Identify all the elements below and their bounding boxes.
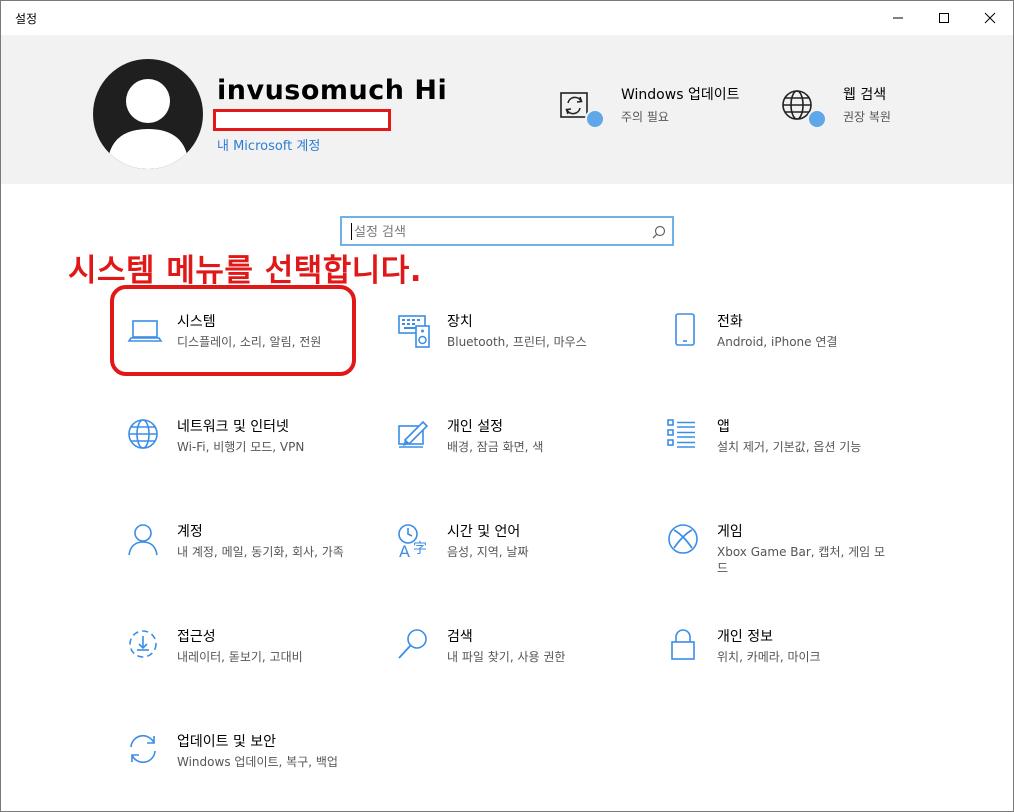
tile-label: 시간 및 언어 xyxy=(447,524,521,540)
search-input[interactable] xyxy=(352,221,646,243)
profile-header: invusomuch Hi 내 Microsoft 계정 Windows 업데이… xyxy=(1,35,1013,184)
xbox-icon xyxy=(667,523,703,559)
network-globe-icon xyxy=(127,418,163,454)
tile-label: 네트워크 및 인터넷 xyxy=(177,419,289,435)
tile-description: 음성, 지역, 날짜 xyxy=(447,545,529,559)
status-dot xyxy=(585,109,605,129)
tile-label: 개인 설정 xyxy=(447,419,503,435)
tile-description: 위치, 카메라, 마이크 xyxy=(717,650,821,664)
tile-system[interactable]: 시스템디스플레이, 소리, 알림, 전원 xyxy=(127,313,357,383)
microsoft-account-link[interactable]: 내 Microsoft 계정 xyxy=(217,135,320,154)
phone-icon xyxy=(667,313,703,349)
devices-icon xyxy=(397,313,433,349)
tile-apps[interactable]: 앱설치 제거, 기본값, 옵션 기능 xyxy=(667,418,897,488)
maximize-icon xyxy=(939,13,949,23)
tile-description: Xbox Game Bar, 캡처, 게임 모드 xyxy=(717,545,886,575)
search-magnifier-icon xyxy=(397,628,433,664)
ease-of-access-icon xyxy=(127,628,163,664)
minimize-button[interactable] xyxy=(875,1,921,35)
tile-gaming[interactable]: 게임 Xbox Game Bar, 캡처, 게임 모드 xyxy=(667,523,897,593)
tile-description: Wi-Fi, 비행기 모드, VPN xyxy=(177,440,305,454)
tile-label: 게임 xyxy=(717,524,743,540)
tile-label: 개인 정보 xyxy=(717,629,773,645)
tile-description: 내 파일 찾기, 사용 권한 xyxy=(447,650,566,664)
tile-description: 디스플레이, 소리, 알림, 전원 xyxy=(177,335,322,349)
tile-label: 앱 xyxy=(717,419,730,435)
close-icon xyxy=(984,12,996,24)
tile-phone[interactable]: 전화 Android, iPhone 연결 xyxy=(667,313,897,383)
tile-description: 설치 제거, 기본값, 옵션 기능 xyxy=(717,440,862,454)
tile-network[interactable]: 네트워크 및 인터넷 Wi-Fi, 비행기 모드, VPN xyxy=(127,418,357,488)
settings-window: 설정 invusomuch Hi 내 Microsoft 계정 Windows … xyxy=(0,0,1014,812)
title-bar: 설정 xyxy=(1,1,1013,35)
status-dot xyxy=(807,109,827,129)
tile-description: 배경, 잠금 화면, 색 xyxy=(447,440,544,454)
redacted-email xyxy=(213,109,391,131)
web-search-subtitle: 권장 복원 xyxy=(843,110,891,124)
tile-update-security[interactable]: 업데이트 및 보안 Windows 업데이트, 복구, 백업 xyxy=(127,733,357,803)
annotation-text: 시스템 메뉴를 선택합니다. xyxy=(68,253,423,289)
web-search-quick-link[interactable]: 웹 검색 권장 복원 xyxy=(781,85,891,129)
close-button[interactable] xyxy=(967,1,1013,35)
laptop-icon xyxy=(127,313,163,349)
tile-label: 전화 xyxy=(717,314,743,330)
tile-time-language[interactable]: A字 시간 및 언어음성, 지역, 날짜 xyxy=(397,523,627,593)
tile-label: 접근성 xyxy=(177,629,216,645)
user-silhouette-icon xyxy=(108,79,188,169)
apps-list-icon xyxy=(667,418,703,454)
settings-search-box[interactable] xyxy=(340,216,674,246)
tile-label: 장치 xyxy=(447,314,473,330)
sync-arrows-icon xyxy=(127,733,163,769)
tile-description: 내레이터, 돋보기, 고대비 xyxy=(177,650,303,664)
tile-privacy[interactable]: 개인 정보위치, 카메라, 마이크 xyxy=(667,628,897,698)
windows-update-quick-link[interactable]: Windows 업데이트 주의 필요 xyxy=(559,85,740,129)
tile-search[interactable]: 검색내 파일 찾기, 사용 권한 xyxy=(397,628,627,698)
tile-label: 검색 xyxy=(447,629,473,645)
window-title: 설정 xyxy=(15,12,38,26)
personalization-icon xyxy=(397,418,433,454)
web-search-title: 웹 검색 xyxy=(843,87,887,103)
lock-icon xyxy=(667,628,703,664)
avatar[interactable] xyxy=(93,59,203,169)
tile-description: Windows 업데이트, 복구, 백업 xyxy=(177,755,338,769)
tile-description: Android, iPhone 연결 xyxy=(717,335,838,349)
windows-update-title: Windows 업데이트 xyxy=(621,87,740,103)
tile-description: 내 계정, 메일, 동기화, 회사, 가족 xyxy=(177,545,344,559)
minimize-icon xyxy=(893,17,903,19)
tile-label: 업데이트 및 보안 xyxy=(177,734,277,750)
svg-text:A: A xyxy=(399,542,410,559)
tile-label: 시스템 xyxy=(177,314,216,330)
globe-icon xyxy=(781,85,827,129)
search-icon[interactable] xyxy=(652,224,666,243)
windows-update-subtitle: 주의 필요 xyxy=(621,110,669,124)
person-icon xyxy=(127,523,163,559)
time-language-icon: A字 xyxy=(397,523,433,561)
user-name: invusomuch Hi xyxy=(217,75,448,106)
svg-text:字: 字 xyxy=(413,541,427,557)
tile-description: Bluetooth, 프린터, 마우스 xyxy=(447,335,587,349)
tile-devices[interactable]: 장치 Bluetooth, 프린터, 마우스 xyxy=(397,313,627,383)
update-icon xyxy=(559,85,605,129)
tile-personalization[interactable]: 개인 설정배경, 잠금 화면, 색 xyxy=(397,418,627,488)
tile-ease-of-access[interactable]: 접근성내레이터, 돋보기, 고대비 xyxy=(127,628,357,698)
tile-accounts[interactable]: 계정내 계정, 메일, 동기화, 회사, 가족 xyxy=(127,523,357,593)
maximize-button[interactable] xyxy=(921,1,967,35)
tile-label: 계정 xyxy=(177,524,203,540)
